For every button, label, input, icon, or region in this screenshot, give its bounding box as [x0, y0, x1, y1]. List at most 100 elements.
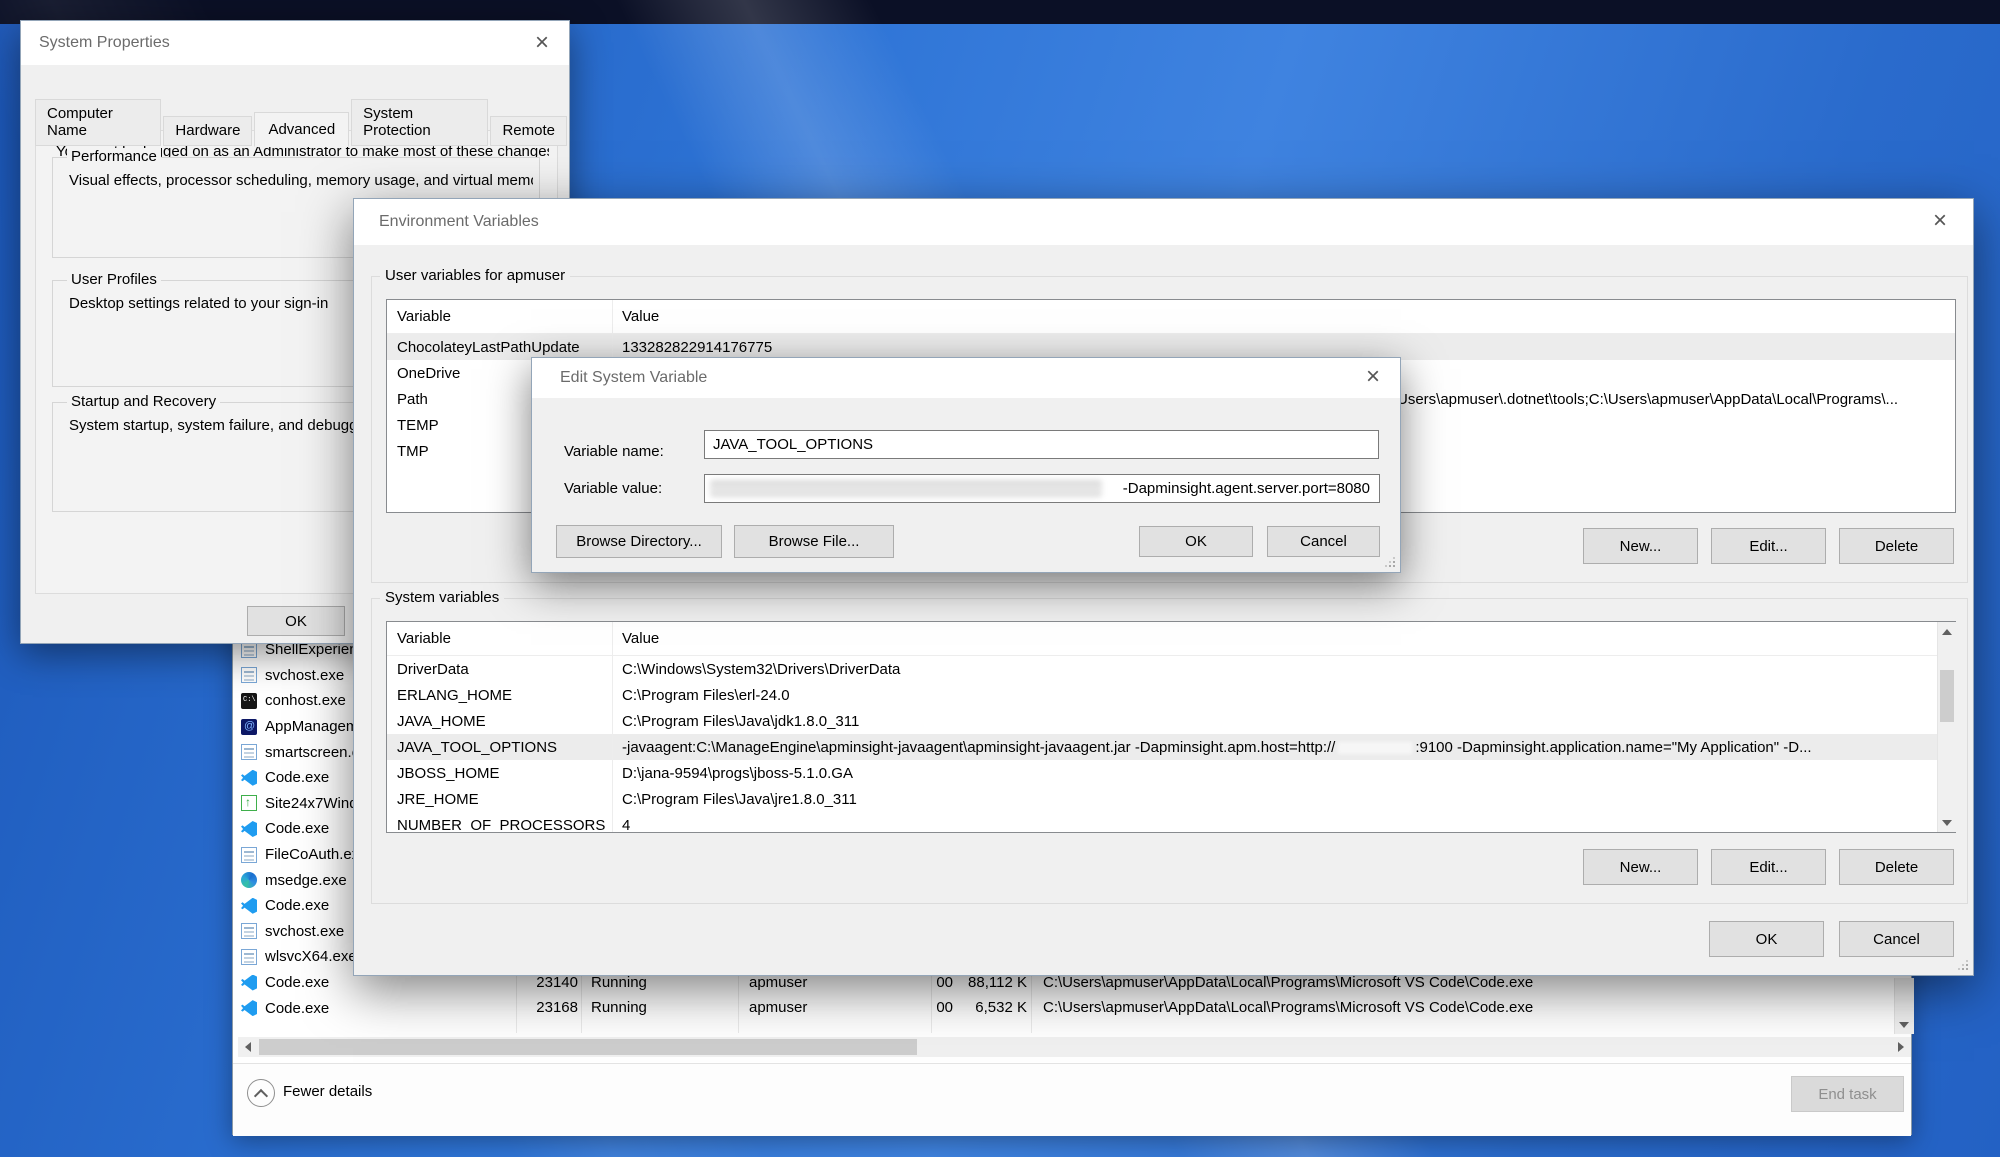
horizontal-scrollbar-thumb[interactable] [259, 1039, 917, 1055]
ok-button[interactable]: OK [1709, 921, 1824, 957]
title-bar[interactable]: Environment Variables [354, 199, 1973, 245]
table-row[interactable]: JBOSS_HOMED:\jana-9594\progs\jboss-5.1.0… [387, 760, 1955, 786]
fewer-details-toggle[interactable]: Fewer details [283, 1083, 372, 1100]
value-column-header[interactable]: Value [612, 308, 1955, 325]
system-variables-table[interactable]: VariableValueDriverDataC:\Windows\System… [386, 621, 1956, 833]
process-name: Site24x7Wind [265, 795, 358, 812]
chevron-up-circle-icon[interactable] [247, 1079, 275, 1107]
vertical-scrollbar[interactable] [1894, 978, 1914, 1034]
redacted-host [1338, 742, 1412, 754]
desktop: ShellExperiencsvchost.execonhost.exeAppM… [0, 0, 2000, 1157]
variable-name-input[interactable]: JAVA_TOOL_OPTIONS [704, 430, 1379, 459]
value-column-header[interactable]: Value [612, 630, 1955, 647]
scroll-left-icon[interactable] [238, 1037, 258, 1057]
group-label: Performance [67, 148, 161, 165]
process-pid: 23140 [516, 974, 578, 991]
process-path: C:\Users\apmuser\AppData\Local\Programs\… [1043, 974, 1533, 991]
value-cell: C:\Program Files\erl-24.0 [612, 687, 1955, 704]
variable-column-header[interactable]: Variable [387, 308, 612, 325]
vscode-icon [241, 770, 257, 786]
system-variables-buttons: New... Edit... Delete [1583, 849, 1954, 885]
environment-variables-window: Environment Variables × User variables f… [353, 198, 1974, 976]
variable-cell: JRE_HOME [387, 791, 612, 808]
window-title: Environment Variables [379, 213, 539, 231]
scroll-down-icon[interactable] [1895, 1015, 1913, 1034]
value-cell: 4 [612, 817, 1955, 834]
cancel-button[interactable]: Cancel [1267, 526, 1380, 557]
variable-value-label: Variable value: [564, 480, 662, 497]
variable-value-input[interactable]: -Dapminsight.agent.server.port=8080 [704, 474, 1380, 503]
table-header[interactable]: VariableValue [387, 622, 1955, 656]
system-table-scrollbar[interactable] [1937, 622, 1956, 832]
scroll-up-icon[interactable] [1938, 622, 1956, 641]
process-name: FileCoAuth.ex [265, 846, 359, 863]
browse-directory-button[interactable]: Browse Directory... [556, 525, 722, 558]
resize-grip[interactable] [1957, 959, 1968, 970]
end-task-button[interactable]: End task [1791, 1076, 1904, 1112]
process-name: Code.exe [265, 820, 329, 837]
table-row[interactable]: ERLANG_HOMEC:\Program Files\erl-24.0 [387, 682, 1955, 708]
vscode-icon [241, 821, 257, 837]
process-user: apmuser [749, 974, 807, 991]
resize-grip[interactable] [1384, 556, 1395, 567]
ok-button[interactable]: OK [1139, 526, 1253, 557]
value-cell: 133282822914176775 [612, 339, 1955, 356]
new-button[interactable]: New... [1583, 849, 1698, 885]
window-icon [241, 949, 257, 965]
table-header[interactable]: VariableValue [387, 300, 1955, 334]
table-row[interactable]: NUMBER_OF_PROCESSORS4 [387, 812, 1955, 833]
table-row[interactable]: JAVA_TOOL_OPTIONS-javaagent:C:\ManageEng… [387, 734, 1955, 760]
process-name: Code.exe [265, 769, 329, 786]
process-cpu: 00 [921, 974, 953, 991]
scrollbar-thumb[interactable] [1940, 670, 1954, 722]
variable-cell: NUMBER_OF_PROCESSORS [387, 817, 612, 834]
tab-system-protection[interactable]: System Protection [351, 99, 488, 146]
window-title: System Properties [39, 34, 170, 52]
window-icon [241, 923, 257, 939]
variable-cell: ChocolateyLastPathUpdate [387, 339, 612, 356]
value-cell: C:\Windows\System32\Drivers\DriverData [612, 661, 1955, 678]
tab-hardware[interactable]: Hardware [163, 116, 252, 146]
redacted-value-blur [710, 480, 1102, 497]
system-variables-label: System variables [380, 589, 504, 606]
browse-file-button[interactable]: Browse File... [734, 525, 894, 558]
process-mem: 88,112 K [959, 974, 1027, 991]
column-separator [612, 622, 613, 832]
variable-name-value: JAVA_TOOL_OPTIONS [713, 436, 873, 453]
process-detail-row[interactable]: 23168Runningapmuser006,532 KC:\Users\apm… [233, 995, 1911, 1021]
task-manager-footer: Fewer details End task [233, 1063, 1911, 1136]
variable-column-header[interactable]: Variable [387, 630, 612, 647]
process-mem: 6,532 K [959, 999, 1027, 1016]
ok-button[interactable]: OK [247, 606, 345, 636]
edit-button[interactable]: Edit... [1711, 528, 1826, 564]
title-bar[interactable]: Edit System Variable [532, 358, 1400, 398]
tab-strip: Computer NameHardwareAdvancedSystem Prot… [35, 99, 569, 146]
horizontal-scrollbar[interactable] [238, 1037, 1911, 1057]
scroll-right-icon[interactable] [1891, 1037, 1911, 1057]
close-icon[interactable]: × [535, 33, 549, 53]
process-user: apmuser [749, 999, 807, 1016]
delete-button[interactable]: Delete [1839, 528, 1954, 564]
table-row[interactable]: DriverDataC:\Windows\System32\Drivers\Dr… [387, 656, 1955, 682]
process-path: C:\Users\apmuser\AppData\Local\Programs\… [1043, 999, 1533, 1016]
window-icon [241, 642, 257, 658]
new-button[interactable]: New... [1583, 528, 1698, 564]
value-cell: C:\Program Files\Java\jdk1.8.0_311 [612, 713, 1955, 730]
table-row[interactable]: JAVA_HOMEC:\Program Files\Java\jdk1.8.0_… [387, 708, 1955, 734]
table-row[interactable]: JRE_HOMEC:\Program Files\Java\jre1.8.0_3… [387, 786, 1955, 812]
tab-remote[interactable]: Remote [490, 116, 567, 146]
scroll-down-icon[interactable] [1938, 813, 1956, 832]
cancel-button[interactable]: Cancel [1839, 921, 1954, 957]
tab-computer-name[interactable]: Computer Name [35, 99, 161, 146]
site24-icon [241, 795, 257, 811]
tab-advanced[interactable]: Advanced [254, 112, 349, 147]
variable-cell: ERLANG_HOME [387, 687, 612, 704]
variable-name-label: Variable name: [564, 443, 664, 460]
delete-button[interactable]: Delete [1839, 849, 1954, 885]
title-bar[interactable]: System Properties [21, 21, 569, 65]
variable-cell: JBOSS_HOME [387, 765, 612, 782]
close-icon[interactable]: × [1933, 211, 1947, 231]
close-icon[interactable]: × [1366, 367, 1380, 387]
edit-button[interactable]: Edit... [1711, 849, 1826, 885]
user-variables-buttons: New... Edit... Delete [1583, 528, 1954, 564]
